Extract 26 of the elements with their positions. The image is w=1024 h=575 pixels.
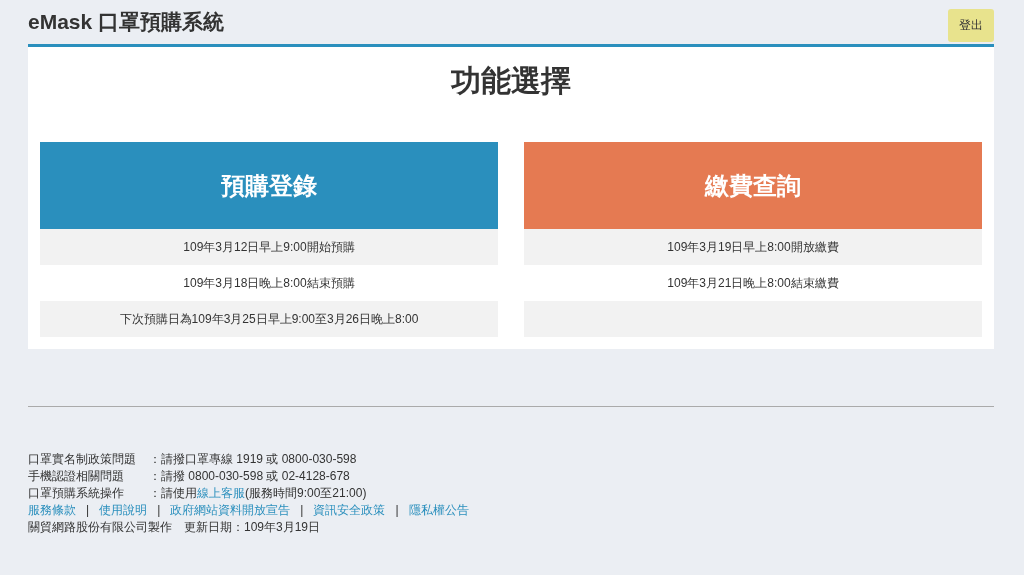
footer-link[interactable]: 政府網站資料開放宣告 xyxy=(170,502,291,519)
contact-label: 口罩實名制政策問題 xyxy=(28,451,137,468)
panel-title: 功能選擇 xyxy=(450,63,572,99)
info-row: 109年3月19日早上8:00開放繳費 xyxy=(524,229,982,265)
footer-link[interactable]: 服務條款 xyxy=(28,502,76,519)
contact-label: 手機認證相關問題 xyxy=(28,468,125,485)
contact-text: ：請使用 xyxy=(149,485,197,502)
contact-label: 口罩預購系統操作 xyxy=(28,485,125,502)
info-row: 109年3月12日早上9:00開始預購 xyxy=(40,229,498,265)
contact-text: ：請撥 0800-030-598 或 02-4128-678 xyxy=(149,468,350,485)
footer-link[interactable]: 資訊安全政策 xyxy=(313,502,386,519)
footer-link[interactable]: 隱私權公告 xyxy=(408,502,469,519)
app-title: eMask 口罩預購系統 xyxy=(28,9,225,35)
credit-text: 關貿網路股份有限公司製作 更新日期：109年3月19日 xyxy=(28,519,322,536)
info-row: 下次預購日為109年3月25日早上9:00至3月26日晚上8:00 xyxy=(40,301,498,337)
contact-text: ：請撥口罩專線 1919 或 0800-030-598 xyxy=(149,451,357,468)
separator: | xyxy=(300,502,304,519)
separator: | xyxy=(395,502,399,519)
service-hours: (服務時間9:00至21:00) xyxy=(245,485,367,502)
card-header-button[interactable]: 繳費查詢 xyxy=(524,142,982,229)
footer-link[interactable]: 使用說明 xyxy=(99,502,148,519)
separator: | xyxy=(157,502,161,519)
card-header-button[interactable]: 預購登錄 xyxy=(40,142,498,229)
logout-button[interactable]: 登出 xyxy=(948,8,994,42)
support-link[interactable]: 線上客服 xyxy=(197,485,245,502)
separator: | xyxy=(86,502,90,519)
